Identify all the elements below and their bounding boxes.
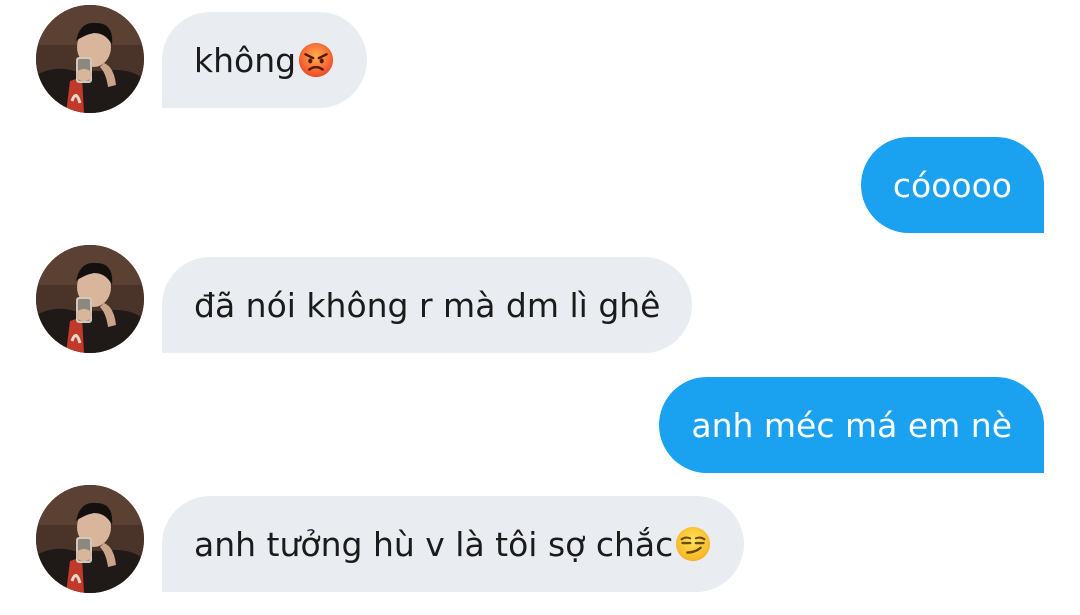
message-bubble-incoming[interactable]: anh tưởng hù v là tôi sợ chắc: [162, 496, 745, 592]
message-bubble-incoming[interactable]: không: [162, 12, 368, 108]
message-text: anh tưởng hù v là tôi sợ chắc: [194, 524, 674, 564]
message-text: cóoooo: [892, 165, 1012, 205]
message-bubble-incoming[interactable]: đã nói không r mà dm lì ghê: [162, 257, 693, 353]
contact-avatar[interactable]: [36, 245, 144, 353]
smirking-face-emoji-icon: [674, 525, 712, 563]
message-text: anh méc má em nè: [691, 405, 1012, 445]
angry-face-emoji-icon: [297, 41, 335, 79]
avatar-photo: [36, 5, 144, 113]
message-text: không: [194, 40, 297, 80]
message-bubble-outgoing[interactable]: cóoooo: [860, 137, 1044, 233]
contact-avatar[interactable]: [36, 5, 144, 113]
avatar-photo: [36, 245, 144, 353]
message-text: đã nói không r mà dm lì ghê: [194, 285, 661, 325]
message-bubble-outgoing[interactable]: anh méc má em nè: [659, 377, 1044, 473]
avatar-photo: [36, 485, 144, 593]
contact-avatar[interactable]: [36, 485, 144, 593]
